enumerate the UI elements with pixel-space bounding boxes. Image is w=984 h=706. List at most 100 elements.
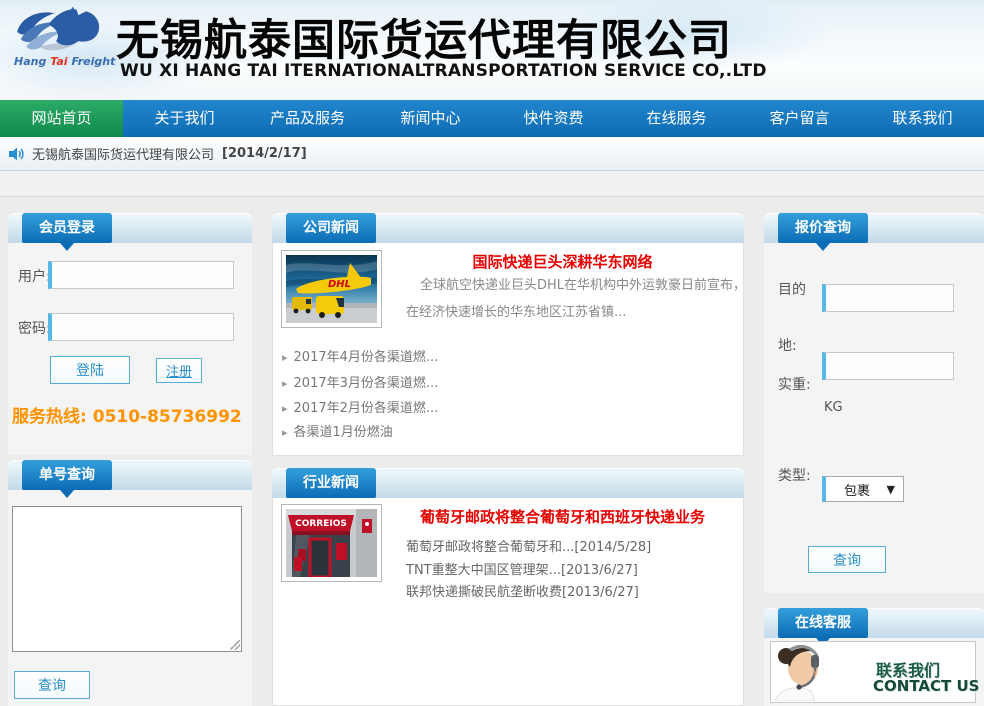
news-item-label: TNT重整大中国区管理架...	[406, 563, 561, 578]
correios-sign-text: CORREIOS	[295, 519, 347, 529]
tracking-header: 单号查询	[8, 460, 252, 490]
password-input[interactable]	[48, 313, 234, 341]
announcement-bar: 无锡航泰国际货运代理有限公司 [2014/2/17]	[0, 137, 984, 171]
company-news-headline[interactable]: 国际快递巨头深耕华东网络	[390, 251, 735, 272]
online-service-tab: 在线客服	[778, 608, 868, 638]
news-item-label: 各渠道1月份燃油	[294, 425, 393, 440]
industry-news-tab: 行业新闻	[286, 468, 376, 498]
tracking-title: 单号查询	[39, 467, 95, 483]
industry-news-headline[interactable]: 葡萄牙邮政将整合葡萄牙和西班牙快递业务	[390, 506, 735, 527]
tracking-tab: 单号查询	[22, 460, 112, 490]
tracking-number-textarea[interactable]	[12, 506, 242, 652]
company-news-item[interactable]: ▸ 各渠道1月份燃油	[282, 421, 393, 440]
destination-input[interactable]	[822, 284, 954, 312]
company-news-header: 公司新闻	[272, 213, 744, 243]
company-news-item[interactable]: ▸ 2017年4月份各渠道燃...	[282, 346, 438, 365]
industry-news-item[interactable]: TNT重整大中国区管理架...[2013/6/27]	[406, 559, 638, 578]
username-input[interactable]	[48, 261, 234, 289]
online-service-title: 在线客服	[795, 615, 851, 631]
bullet-icon: ▸	[282, 377, 288, 390]
login-button[interactable]: 登陆	[50, 356, 130, 384]
nav-item-rates[interactable]: 快件资费	[492, 100, 615, 137]
tab-pointer	[60, 243, 74, 251]
hotline-number: 0510-85736992	[93, 407, 242, 427]
chevron-down-icon: ▼	[887, 483, 895, 496]
nav-item-contact[interactable]: 联系我们	[861, 100, 984, 137]
online-service-header: 在线客服	[764, 608, 984, 638]
company-logo[interactable]	[8, 4, 108, 56]
logo-words: Hang Tai Freight	[14, 55, 114, 68]
company-news-item[interactable]: ▸ 2017年3月份各渠道燃...	[282, 372, 438, 391]
news-item-date: [2014/5/28]	[574, 540, 651, 555]
logo-word-hang: Hang	[14, 55, 46, 68]
dhl-logo-text: DHL	[328, 279, 351, 290]
news-item-label: 2017年3月份各渠道燃...	[294, 376, 439, 391]
company-news-title: 公司新闻	[303, 220, 359, 236]
industry-news-title: 行业新闻	[303, 475, 359, 491]
horse-logo-icon	[8, 4, 108, 56]
company-news-thumbnail[interactable]: DHL	[281, 250, 382, 328]
site-header: Hang Tai Freight 无锡航泰国际货运代理有限公司 WU XI HA…	[0, 0, 984, 100]
contact-us-en: CONTACT US	[873, 677, 979, 695]
industry-news-item[interactable]: 葡萄牙邮政将整合葡萄牙和...[2014/5/28]	[406, 536, 651, 555]
member-login-header: 会员登录	[8, 213, 252, 243]
weight-input[interactable]	[822, 352, 954, 380]
news-item-label: 2017年4月份各渠道燃...	[294, 350, 439, 365]
nav-item-guestbook[interactable]: 客户留言	[738, 100, 861, 137]
quote-header: 报价查询	[764, 213, 984, 243]
register-button[interactable]: 注册	[156, 358, 202, 383]
customer-service-agent-image	[773, 643, 868, 701]
bullet-icon: ▸	[282, 402, 288, 415]
contact-us-banner[interactable]: 联系我们 CONTACT US	[770, 641, 976, 703]
member-login-tab: 会员登录	[22, 213, 112, 243]
company-news-tab: 公司新闻	[286, 213, 376, 243]
nav-item-home[interactable]: 网站首页	[0, 100, 123, 137]
correios-store-image: CORREIOS	[286, 509, 377, 577]
nav-item-about[interactable]: 关于我们	[123, 100, 246, 137]
company-news-summary-1: 全球航空快递业巨头DHL在华机构中外运敦豪日前宣布，	[420, 274, 746, 293]
tab-pointer	[60, 490, 74, 498]
tab-pointer	[816, 243, 830, 251]
type-select[interactable]: 包裹 ▼	[822, 476, 904, 502]
quote-title: 报价查询	[795, 220, 851, 236]
bullet-icon: ▸	[282, 351, 288, 364]
bullet-icon: ▸	[282, 426, 288, 439]
company-name-cn: 无锡航泰国际货运代理有限公司	[116, 6, 732, 68]
main-nav: 网站首页 关于我们 产品及服务 新闻中心 快件资费 在线服务 客户留言 联系我们	[0, 100, 984, 137]
type-select-value: 包裹	[844, 480, 870, 499]
logo-word-tai: Tai	[50, 55, 67, 68]
password-label: 密码:	[18, 318, 51, 338]
service-hotline: 服务热线: 0510-85736992	[12, 402, 242, 427]
header-divider-band	[0, 171, 984, 197]
news-item-label: 2017年2月份各渠道燃...	[294, 401, 439, 416]
nav-item-online-service[interactable]: 在线服务	[615, 100, 738, 137]
nav-item-products[interactable]: 产品及服务	[246, 100, 369, 137]
quote-query-button[interactable]: 查询	[808, 546, 886, 573]
speaker-icon	[8, 146, 24, 162]
weight-unit: KG	[824, 400, 843, 415]
member-login-title: 会员登录	[39, 220, 95, 236]
news-item-date: [2013/6/27]	[562, 585, 639, 600]
company-news-item[interactable]: ▸ 2017年2月份各渠道燃...	[282, 397, 438, 416]
quote-tab: 报价查询	[778, 213, 868, 243]
type-label: 类型:	[778, 450, 812, 502]
company-name-en: WU XI HANG TAI ITERNATIONALTRANSPORTATIO…	[120, 61, 767, 81]
industry-news-header: 行业新闻	[272, 468, 744, 498]
news-item-label: 葡萄牙邮政将整合葡萄牙和...	[406, 540, 574, 555]
industry-news-item[interactable]: 联邦快递撕破民航垄断收费[2013/6/27]	[406, 581, 639, 600]
username-label: 用户:	[18, 266, 51, 286]
industry-news-thumbnail[interactable]: CORREIOS	[281, 504, 382, 582]
logo-word-freight: Freight	[71, 55, 115, 68]
news-item-date: [2013/6/27]	[561, 563, 638, 578]
tracking-query-button[interactable]: 查询	[14, 671, 90, 699]
resize-handle-icon[interactable]	[230, 640, 240, 650]
hotline-label: 服务热线:	[12, 407, 87, 427]
company-news-summary-2: 在经济快速增长的华东地区江苏省镇...	[406, 301, 626, 320]
freight-homepage: Hang Tai Freight 无锡航泰国际货运代理有限公司 WU XI HA…	[0, 0, 984, 706]
nav-item-news[interactable]: 新闻中心	[369, 100, 492, 137]
announcement-text[interactable]: 无锡航泰国际货运代理有限公司	[32, 144, 214, 163]
announcement-date: [2014/2/17]	[222, 146, 307, 161]
news-item-label: 联邦快递撕破民航垄断收费	[406, 585, 562, 600]
weight-label: 实重:	[778, 358, 812, 413]
dhl-plane-image: DHL	[286, 255, 377, 323]
